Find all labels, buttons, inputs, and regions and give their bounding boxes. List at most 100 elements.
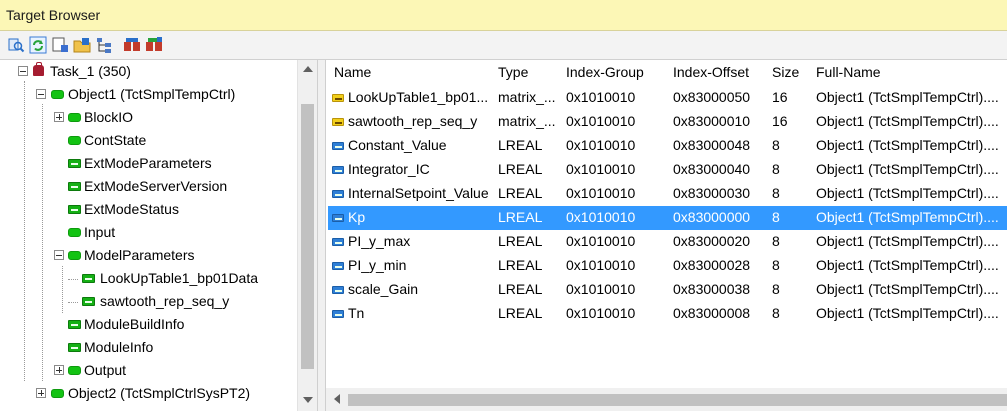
column-header-full-name[interactable]: Full-Name xyxy=(816,64,881,80)
object-icon xyxy=(68,228,81,237)
cell-full-name: Object1 (TctSmplTempCtrl).... xyxy=(816,305,999,321)
cell-full-name: Object1 (TctSmplTempCtrl).... xyxy=(816,185,999,201)
scroll-left-icon[interactable] xyxy=(334,394,340,404)
cell-size: 8 xyxy=(772,137,780,153)
tree-item-lookuptable1-bp01data[interactable]: LookUpTable1_bp01Data xyxy=(0,267,297,290)
cell-name: PI_y_max xyxy=(348,233,411,249)
tree-item-input[interactable]: Input xyxy=(0,221,297,244)
scroll-up-icon[interactable] xyxy=(303,66,313,72)
cell-index-group: 0x1010010 xyxy=(566,89,636,105)
cell-index-group: 0x1010010 xyxy=(566,257,636,273)
tree-vertical-scrollbar[interactable] xyxy=(297,60,317,411)
column-header-index-group[interactable]: Index-Group xyxy=(566,64,644,80)
variable-icon xyxy=(82,297,95,306)
cell-name: InternalSetpoint_Value xyxy=(348,185,489,201)
refresh-icon[interactable] xyxy=(29,36,47,54)
object-icon xyxy=(68,366,81,375)
tree-item-label: ExtModeParameters xyxy=(84,155,212,171)
tree-item-label: Object2 (TctSmplCtrlSysPT2) xyxy=(68,385,251,401)
cell-name: Constant_Value xyxy=(348,137,447,153)
symbol-tree[interactable]: Task_1 (350) Object1 (TctSmplTempCtrl) B… xyxy=(0,60,318,411)
tree-item-label: ExtModeServerVersion xyxy=(84,178,228,194)
cell-index-offset: 0x83000050 xyxy=(673,89,751,105)
cell-type: LREAL xyxy=(498,209,543,225)
column-header-type[interactable]: Type xyxy=(498,64,528,80)
add-watch-all-icon[interactable] xyxy=(145,36,163,54)
tree-item-task-1[interactable]: Task_1 (350) xyxy=(0,60,297,83)
tree-item-label: Task_1 (350) xyxy=(50,63,131,79)
expand-icon[interactable] xyxy=(36,388,46,398)
find-icon[interactable] xyxy=(7,36,25,54)
table-row[interactable]: sawtooth_rep_seq_y matrix_... 0x1010010 0x8… xyxy=(328,110,1007,134)
collapse-icon[interactable] xyxy=(36,89,46,99)
cell-size: 8 xyxy=(772,161,780,177)
column-header-name[interactable]: Name xyxy=(334,64,371,80)
scrollbar-thumb[interactable] xyxy=(348,394,1007,406)
variable-icon xyxy=(332,262,344,270)
variable-icon xyxy=(68,205,81,214)
title-bar: Target Browser xyxy=(0,0,1007,31)
cell-size: 8 xyxy=(772,257,780,273)
add-watch-icon[interactable] xyxy=(123,36,141,54)
column-header-size[interactable]: Size xyxy=(772,64,799,80)
tree-item-label: LookUpTable1_bp01Data xyxy=(100,270,259,286)
task-icon xyxy=(33,62,44,76)
cell-index-offset: 0x83000040 xyxy=(673,161,751,177)
tree-item-label: ModelParameters xyxy=(84,247,195,263)
column-header-index-offset[interactable]: Index-Offset xyxy=(673,64,749,80)
variable-icon xyxy=(68,343,81,352)
cell-index-offset: 0x83000010 xyxy=(673,113,751,129)
expand-icon[interactable] xyxy=(54,365,64,375)
tree-item-label: ModuleBuildInfo xyxy=(84,316,185,332)
object-icon xyxy=(51,90,64,99)
table-row[interactable]: scale_Gain LREAL 0x1010010 0x83000038 8 Objec… xyxy=(328,278,1007,302)
tree-item-modulebuildinfo[interactable]: ModuleBuildInfo xyxy=(0,313,297,336)
table-row[interactable]: PI_y_min LREAL 0x1010010 0x83000028 8 Object1… xyxy=(328,254,1007,278)
symbol-list[interactable]: Name Type Index-Group Index-Offset Size … xyxy=(325,60,1007,411)
variable-icon xyxy=(68,159,81,168)
collapse-icon[interactable] xyxy=(18,66,28,76)
tree-item-label: sawtooth_rep_seq_y xyxy=(100,293,230,309)
collapse-icon[interactable] xyxy=(54,250,64,260)
table-row[interactable]: InternalSetpoint_Value LREAL 0x1010010 0x83… xyxy=(328,182,1007,206)
object-icon xyxy=(51,389,64,398)
tree-item-output[interactable]: Output xyxy=(0,359,297,382)
variable-icon xyxy=(332,214,344,222)
cell-index-group: 0x1010010 xyxy=(566,161,636,177)
list-horizontal-scrollbar[interactable] xyxy=(326,388,1007,411)
expand-icon[interactable] xyxy=(54,112,64,122)
table-row[interactable]: Kp LREAL 0x1010010 0x83000000 8 Object1 (TctS… xyxy=(328,206,1007,230)
cell-full-name: Object1 (TctSmplTempCtrl).... xyxy=(816,257,999,273)
tree-item-extmodeparameters[interactable]: ExtModeParameters xyxy=(0,152,297,175)
table-row[interactable]: Constant_Value LREAL 0x1010010 0x83000048 8 O… xyxy=(328,134,1007,158)
variable-icon xyxy=(332,286,344,294)
table-row[interactable]: Integrator_IC LREAL 0x1010010 0x83000040 8 Ob… xyxy=(328,158,1007,182)
list-header: Name Type Index-Group Index-Offset Size … xyxy=(326,60,1007,86)
tree-item-extmodestatus[interactable]: ExtModeStatus xyxy=(0,198,297,221)
cell-type: LREAL xyxy=(498,233,543,249)
tree-item-moduleinfo[interactable]: ModuleInfo xyxy=(0,336,297,359)
tree-item-label: Object1 (TctSmplTempCtrl) xyxy=(68,86,236,102)
tree-structure-icon[interactable] xyxy=(95,36,113,54)
tree-item-extmodeserverversion[interactable]: ExtModeServerVersion xyxy=(0,175,297,198)
cell-index-group: 0x1010010 xyxy=(566,305,636,321)
cell-name: PI_y_min xyxy=(348,257,407,273)
scroll-down-icon[interactable] xyxy=(303,397,313,403)
scrollbar-thumb[interactable] xyxy=(301,104,314,369)
tree-item-object1[interactable]: Object1 (TctSmplTempCtrl) xyxy=(0,83,297,106)
table-row[interactable]: Tn LREAL 0x1010010 0x83000008 8 Object1 (TctS… xyxy=(328,302,1007,326)
tree-item-sawtooth-rep-seq-y[interactable]: sawtooth_rep_seq_y xyxy=(0,290,297,313)
open-folder-icon[interactable] xyxy=(73,36,91,54)
view-icon[interactable] xyxy=(51,36,69,54)
table-row[interactable]: LookUpTable1_bp01... matrix_... 0x1010010 0… xyxy=(328,86,1007,110)
tree-item-modelparameters[interactable]: ModelParameters xyxy=(0,244,297,267)
cell-name: Integrator_IC xyxy=(348,161,430,177)
cell-full-name: Object1 (TctSmplTempCtrl).... xyxy=(816,137,999,153)
cell-type: LREAL xyxy=(498,137,543,153)
tree-item-blockio[interactable]: BlockIO xyxy=(0,106,297,129)
table-row[interactable]: PI_y_max LREAL 0x1010010 0x83000020 8 Object1… xyxy=(328,230,1007,254)
tree-item-contstate[interactable]: ContState xyxy=(0,129,297,152)
pane-splitter[interactable] xyxy=(318,60,325,411)
variable-icon xyxy=(332,310,344,318)
tree-item-object2[interactable]: Object2 (TctSmplCtrlSysPT2) xyxy=(0,382,297,405)
